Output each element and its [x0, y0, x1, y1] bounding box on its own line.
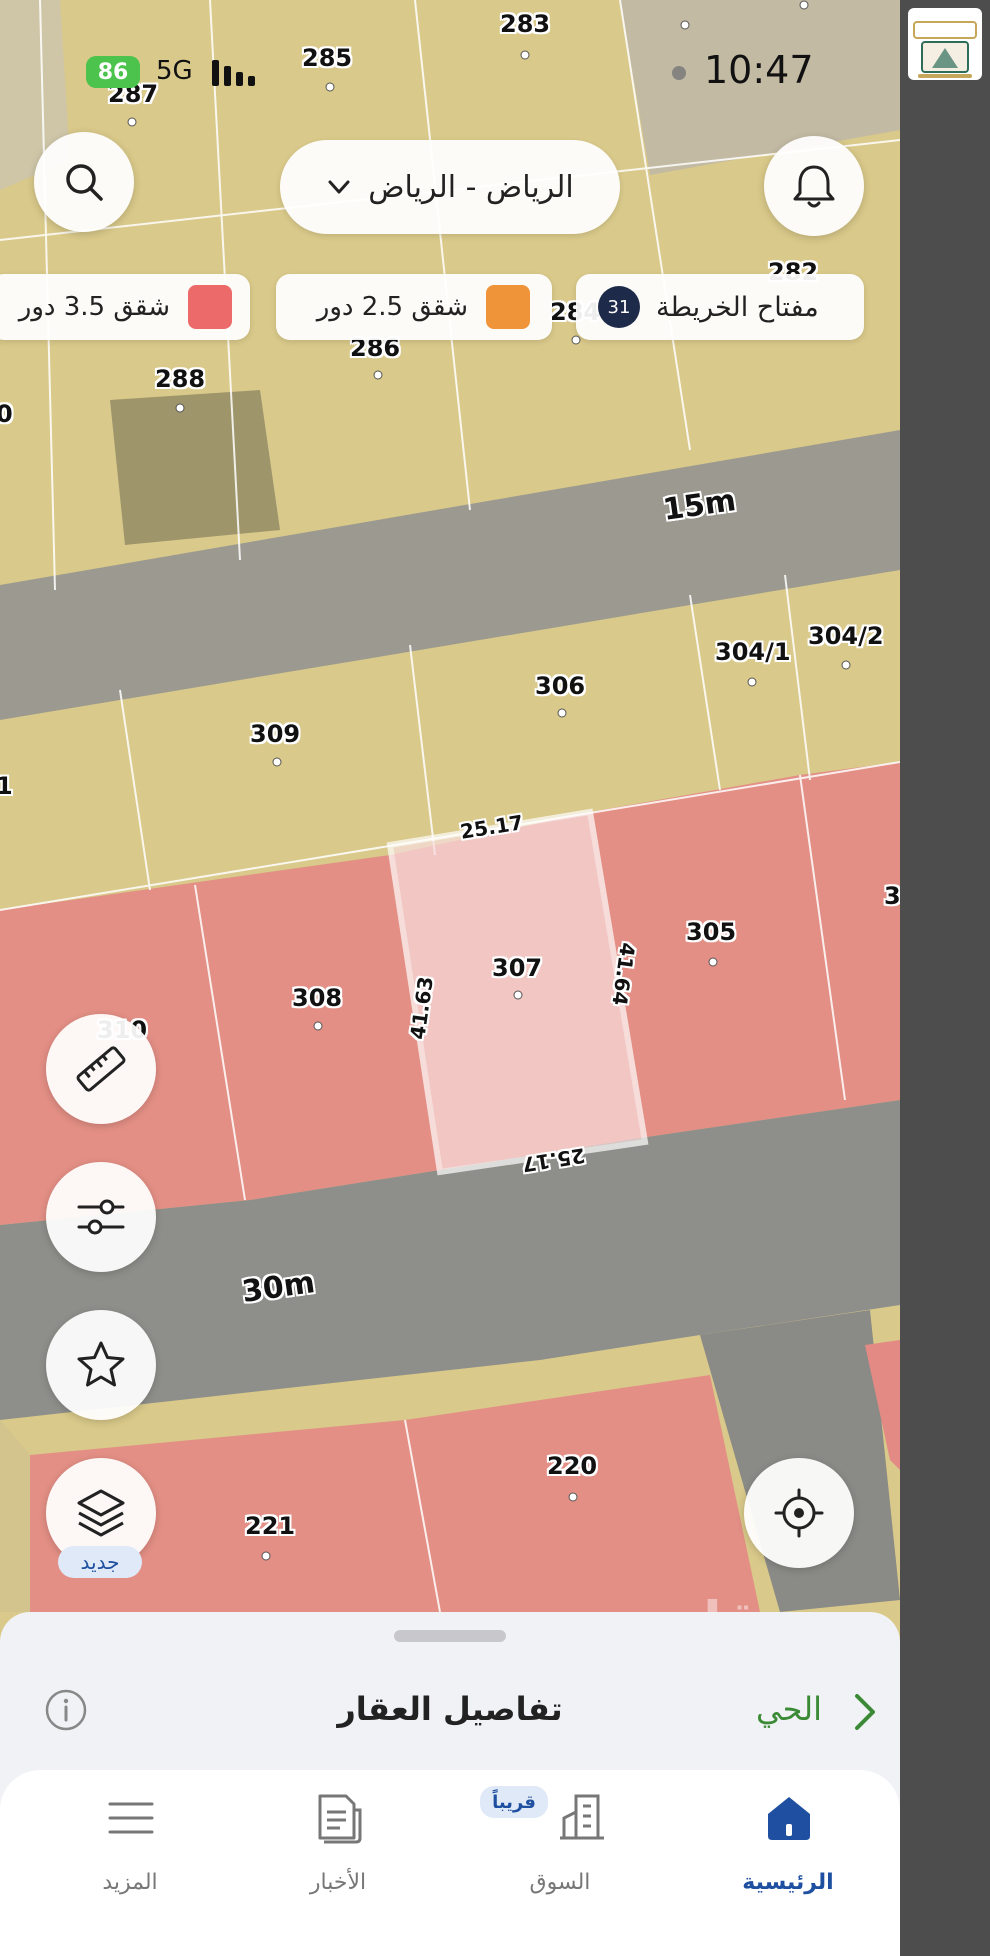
nav-item-more[interactable]: المزيد [70, 1786, 190, 1916]
sliders-icon [77, 1199, 125, 1235]
parcel-label[interactable]: 0 [0, 400, 13, 428]
map-key-count: 31 [598, 286, 640, 328]
bottom-nav: المزيد الأخبار قريباً السوق الرئيسية [0, 1770, 900, 1956]
home-icon [768, 1797, 810, 1840]
clock: 10:47 [704, 48, 814, 92]
app-screen: 283 285 287 282 284 286 288 304/1 304/2 … [0, 0, 900, 1956]
parcel-label[interactable]: 1 [0, 772, 13, 800]
nav-item-home[interactable]: الرئيسية [726, 1786, 850, 1916]
info-button[interactable] [44, 1688, 88, 1732]
menu-icon [108, 1802, 154, 1834]
parcel-label[interactable]: 288 [155, 365, 205, 393]
info-icon [45, 1689, 87, 1731]
search-button[interactable] [34, 132, 134, 232]
new-badge: جديد [58, 1546, 142, 1578]
map-key-button[interactable]: 31 مفتاح الخريطة [576, 274, 864, 340]
building-icon [560, 1794, 604, 1840]
parcel-label[interactable]: 305 [686, 918, 736, 946]
bell-icon [793, 165, 835, 208]
chevron-right-icon[interactable] [850, 1692, 880, 1732]
neighborhood-link[interactable]: الحي [756, 1690, 822, 1728]
legend-chip-3-5-floors[interactable]: شقق 3.5 دور [0, 274, 250, 340]
parcel-label[interactable]: 285 [302, 44, 352, 72]
sheet-title: تفاصيل العقار [337, 1690, 563, 1728]
nav-item-news[interactable]: الأخبار [278, 1786, 398, 1916]
chevron-down-icon [328, 180, 350, 194]
nav-item-market[interactable]: قريباً السوق [480, 1786, 620, 1916]
ruler-icon [76, 1046, 126, 1092]
parcel-label[interactable]: 308 [292, 984, 342, 1012]
network-type: 5G [156, 56, 193, 86]
legend-chip-2-5-floors[interactable]: شقق 2.5 دور [276, 274, 552, 340]
nav-label: الرئيسية [742, 1870, 834, 1895]
side-gutter [900, 0, 990, 1956]
legend-swatch-orange [486, 285, 530, 329]
legend-label: شقق 3.5 دور [18, 292, 170, 322]
battery-indicator: 86 [86, 56, 140, 88]
legend-label: شقق 2.5 دور [316, 292, 468, 322]
notifications-button[interactable] [764, 136, 864, 236]
locate-me-button[interactable] [744, 1458, 854, 1568]
search-icon [66, 164, 103, 201]
legend-swatch-red [188, 285, 232, 329]
location-label: الرياض - الرياض [368, 169, 574, 205]
parcel-label[interactable]: 283 [500, 10, 550, 38]
filter-button[interactable] [46, 1162, 156, 1272]
privacy-dot [672, 66, 686, 80]
star-icon [77, 1341, 125, 1387]
parcel-label[interactable]: 304/2 [808, 622, 884, 650]
parcel-label[interactable]: 309 [250, 720, 300, 748]
nav-label: الأخبار [309, 1870, 367, 1895]
signal-icon [212, 60, 255, 86]
battery-level: 86 [97, 59, 129, 85]
sheet-drag-handle[interactable] [394, 1630, 506, 1642]
parcel-label[interactable]: 220 [547, 1452, 597, 1480]
coming-soon-badge: قريباً [480, 1786, 548, 1818]
nav-label: المزيد [102, 1870, 158, 1895]
parcel-label[interactable]: 307 [492, 954, 542, 982]
vision-2030-logo [908, 8, 982, 80]
parcel-label[interactable]: 306 [535, 672, 585, 700]
parcel-label[interactable]: 3 [884, 882, 900, 910]
favorites-button[interactable] [46, 1310, 156, 1420]
location-selector[interactable]: الرياض - الرياض [280, 140, 620, 234]
layers-icon [77, 1489, 125, 1537]
measure-button[interactable] [46, 1014, 156, 1124]
parcel-label[interactable]: 304/1 [715, 638, 791, 666]
parcel-label[interactable]: 221 [245, 1512, 295, 1540]
crosshair-icon [774, 1488, 824, 1538]
news-icon [318, 1794, 362, 1844]
map-key-label: مفتاح الخريطة [656, 291, 819, 323]
nav-label: السوق [529, 1870, 591, 1895]
